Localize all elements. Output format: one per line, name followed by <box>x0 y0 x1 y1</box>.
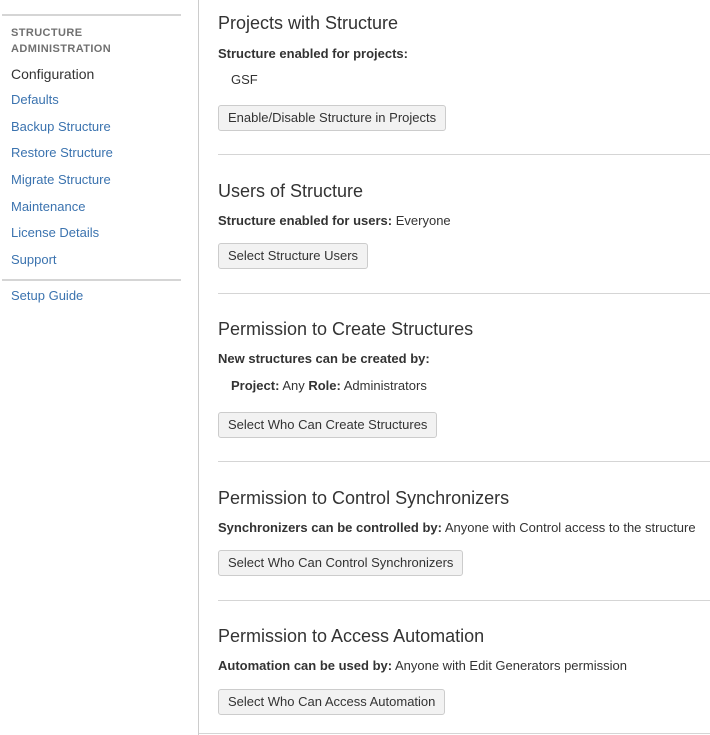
section-divider <box>218 293 710 294</box>
section-divider <box>218 600 710 601</box>
select-structure-users-button[interactable]: Select Structure Users <box>218 243 369 269</box>
sidebar-item-configuration[interactable]: Configuration <box>11 65 94 83</box>
section-title-projects: Projects with Structure <box>218 13 399 33</box>
admin-sidebar: STRUCTURE ADMINISTRATION Configuration D… <box>0 0 199 735</box>
sidebar-item-support[interactable]: Support <box>11 251 57 269</box>
enable-disable-projects-button[interactable]: Enable/Disable Structure in Projects <box>218 105 447 131</box>
users-enabled-line: Structure enabled for users: Everyone <box>218 213 451 229</box>
select-who-can-access-automation-button[interactable]: Select Who Can Access Automation <box>218 689 446 715</box>
sidebar-heading-line2: ADMINISTRATION <box>11 43 112 55</box>
section-divider <box>218 154 710 155</box>
project-label: Project: <box>231 378 280 393</box>
select-who-can-create-button[interactable]: Select Who Can Create Structures <box>218 412 438 438</box>
automation-value: Anyone with Edit Generators permission <box>394 658 627 673</box>
sidebar-item-backup-structure[interactable]: Backup Structure <box>11 118 111 136</box>
bottom-divider <box>199 733 710 734</box>
projects-enabled-label: Structure enabled for projects: <box>218 46 408 62</box>
create-permission-line: Project: Any Role: Administrators <box>231 378 427 394</box>
role-label: Role: <box>308 378 341 393</box>
synchronizers-line: Synchronizers can be controlled by: Anyo… <box>218 520 696 536</box>
create-label-line: New structures can be created by: <box>218 351 430 367</box>
sidebar-item-restore-structure[interactable]: Restore Structure <box>11 144 113 162</box>
sidebar-heading-line1: STRUCTURE <box>11 27 83 39</box>
users-value: Everyone <box>395 213 451 228</box>
role-value: Administrators <box>343 378 427 393</box>
sidebar-item-license-details[interactable]: License Details <box>11 224 99 242</box>
section-title-users: Users of Structure <box>218 181 364 201</box>
sidebar-item-setup-guide[interactable]: Setup Guide <box>11 287 83 305</box>
section-divider <box>218 461 710 462</box>
section-title-automation: Permission to Access Automation <box>218 626 485 646</box>
sidebar-item-defaults[interactable]: Defaults <box>11 91 59 109</box>
synchronizers-value: Anyone with Control access to the struct… <box>444 520 696 535</box>
create-label: New structures can be created by: <box>218 351 430 366</box>
synchronizers-label: Synchronizers can be controlled by: <box>218 520 442 535</box>
users-label: Structure enabled for users: <box>218 213 393 228</box>
section-title-create: Permission to Create Structures <box>218 319 474 339</box>
section-title-synchronizers: Permission to Control Synchronizers <box>218 488 510 508</box>
automation-label: Automation can be used by: <box>218 658 393 673</box>
project-value: Any <box>282 378 305 393</box>
sidebar-heading: STRUCTURE ADMINISTRATION <box>11 25 111 57</box>
sidebar-divider <box>2 279 181 281</box>
automation-line: Automation can be used by: Anyone with E… <box>218 658 627 674</box>
projects-label: Structure enabled for projects: <box>218 46 408 61</box>
select-who-can-control-synchronizers-button[interactable]: Select Who Can Control Synchronizers <box>218 550 464 576</box>
sidebar-item-maintenance[interactable]: Maintenance <box>11 198 85 216</box>
sidebar-divider <box>2 14 181 16</box>
projects-enabled-value: GSF <box>231 72 258 87</box>
sidebar-item-migrate-structure[interactable]: Migrate Structure <box>11 171 111 189</box>
